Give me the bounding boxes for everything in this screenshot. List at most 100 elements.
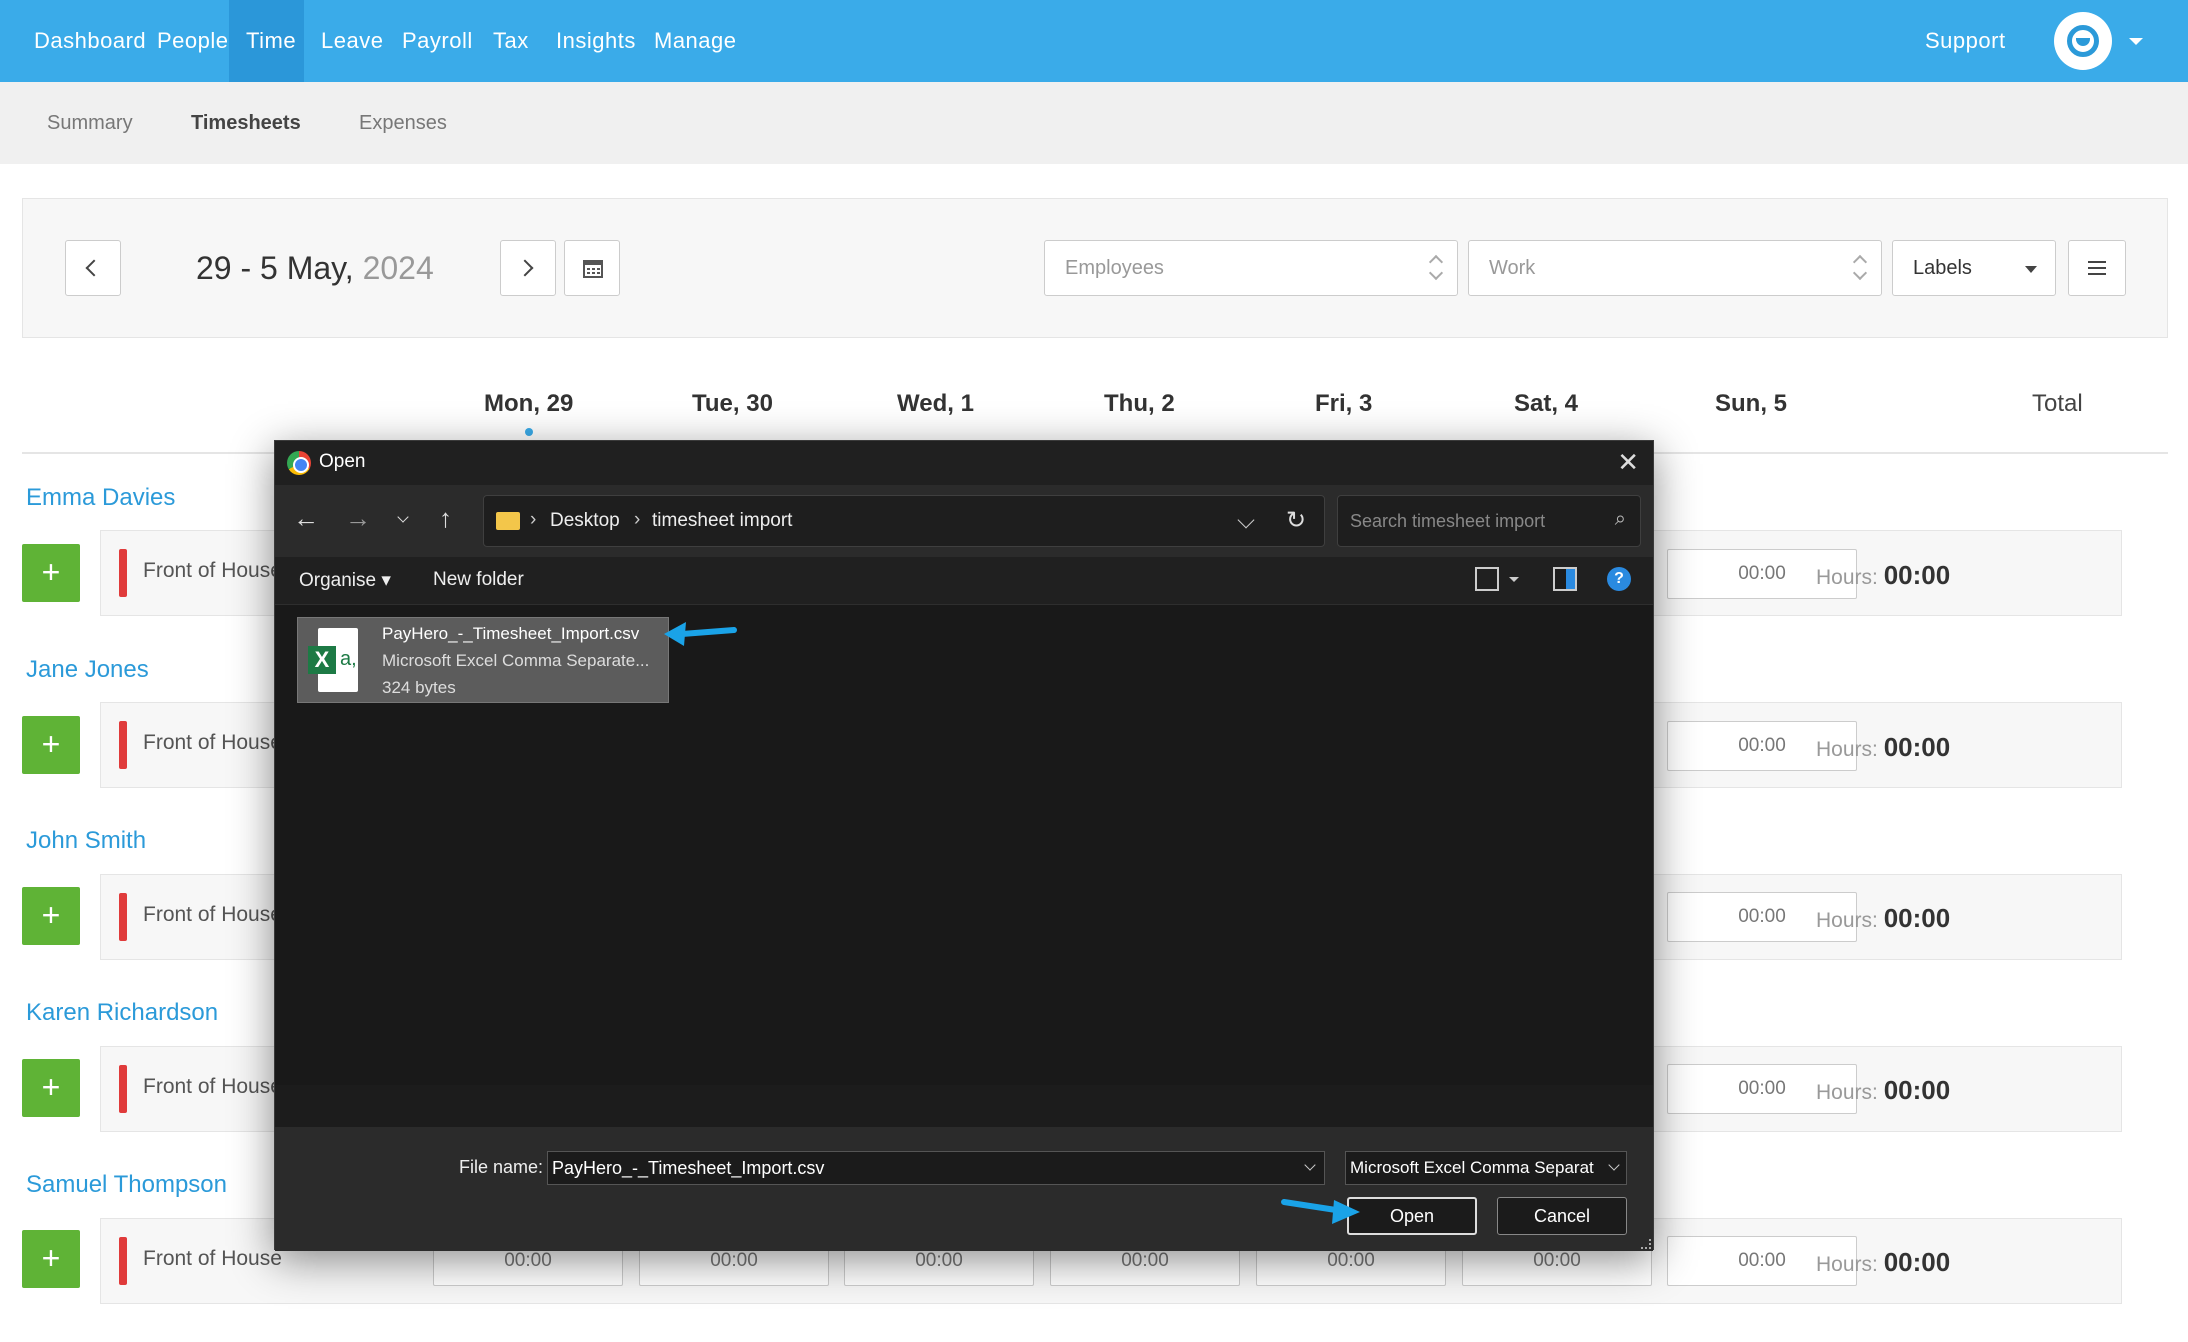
dialog-title: Open [319, 451, 366, 472]
role-label: Front of House [143, 903, 282, 926]
prev-week-button[interactable] [65, 240, 121, 296]
employee-name[interactable]: Emma Davies [26, 484, 175, 512]
nav-payroll[interactable]: Payroll [402, 0, 473, 82]
dialog-titlebar: Open ✕ [275, 441, 1653, 485]
hours-label: Hours: [1816, 738, 1878, 761]
chevron-left-icon [85, 259, 103, 277]
work-select[interactable]: Work [1468, 240, 1882, 296]
view-dropdown-icon[interactable] [1509, 577, 1519, 582]
nav-dashboard[interactable]: Dashboard [34, 0, 146, 82]
calendar-button[interactable] [564, 240, 620, 296]
hours-value: 00:00 [1883, 560, 1951, 590]
cancel-button[interactable]: Cancel [1497, 1197, 1627, 1235]
chevron-right-icon [516, 259, 534, 277]
subnav-summary[interactable]: Summary [47, 82, 133, 164]
add-entry-button[interactable]: + [22, 1230, 80, 1288]
hours-total: Hours: 00:00 [1816, 732, 1950, 763]
close-icon[interactable]: ✕ [1617, 447, 1639, 478]
address-bar[interactable]: › Desktop › timesheet import ↻ [483, 495, 1325, 547]
hours-label: Hours: [1816, 1081, 1878, 1104]
nav-manage[interactable]: Manage [654, 0, 737, 82]
hours-total: Hours: 00:00 [1816, 1247, 1950, 1278]
file-name-value: PayHero_-_Timesheet_Import.csv [552, 1158, 825, 1178]
day-fri: Fri, 3 [1315, 390, 1373, 417]
labels-dropdown[interactable]: Labels [1892, 240, 2056, 296]
hours-value: 00:00 [1883, 1075, 1951, 1105]
employee-name[interactable]: Karen Richardson [26, 999, 218, 1027]
open-button[interactable]: Open [1347, 1197, 1477, 1235]
menu-button[interactable] [2068, 240, 2126, 296]
address-dropdown-icon[interactable] [1237, 511, 1255, 529]
recent-locations-icon[interactable] [397, 511, 409, 523]
file-item[interactable]: X a, PayHero_-_Timesheet_Import.csv Micr… [297, 617, 669, 703]
date-range-text: 29 - 5 May, [196, 250, 354, 286]
role-label: Front of House [143, 1247, 282, 1270]
nav-tax[interactable]: Tax [493, 0, 529, 82]
avatar[interactable] [2054, 12, 2112, 70]
search-input[interactable]: Search timesheet import ⌕ [1337, 495, 1641, 547]
file-name-input[interactable]: PayHero_-_Timesheet_Import.csv [547, 1151, 1325, 1185]
breadcrumb-desktop[interactable]: Desktop [550, 510, 620, 532]
view-options-icon[interactable] [1475, 567, 1499, 591]
role-color-bar [119, 1237, 127, 1285]
hours-total: Hours: 00:00 [1816, 1075, 1950, 1106]
preview-pane-icon[interactable] [1553, 567, 1577, 591]
employee-name[interactable]: John Smith [26, 827, 146, 855]
nav-insights[interactable]: Insights [556, 0, 636, 82]
new-folder-button[interactable]: New folder [433, 569, 524, 591]
role-color-bar [119, 1065, 127, 1113]
organise-menu[interactable]: Organise ▾ [299, 569, 391, 592]
chevron-down-icon [1608, 1159, 1620, 1171]
up-arrow-icon[interactable]: ↑ [439, 503, 452, 534]
add-entry-button[interactable]: + [22, 887, 80, 945]
add-entry-button[interactable]: + [22, 544, 80, 602]
breadcrumb-timesheet-import[interactable]: timesheet import [652, 510, 792, 532]
role-color-bar [119, 549, 127, 597]
calendar-icon [583, 260, 603, 278]
next-week-button[interactable] [500, 240, 556, 296]
add-entry-button[interactable]: + [22, 716, 80, 774]
chrome-icon [287, 451, 311, 475]
day-sat: Sat, 4 [1514, 390, 1579, 417]
back-arrow-icon[interactable]: ← [293, 503, 319, 534]
annotation-arrow-file-icon [664, 622, 737, 646]
nav-support[interactable]: Support [1925, 0, 2006, 82]
annotation-arrow-open-icon [1281, 1199, 1360, 1224]
caret-down-icon [2025, 266, 2037, 273]
chevron-down-icon[interactable] [1304, 1159, 1316, 1171]
file-type-select[interactable]: Microsoft Excel Comma Separat [1345, 1151, 1627, 1185]
file-name-label: File name: [459, 1157, 544, 1177]
total-header: Total [2032, 390, 2083, 417]
hours-label: Hours: [1816, 909, 1878, 932]
resize-grip-icon[interactable] [1641, 1239, 1651, 1249]
subnav-timesheets[interactable]: Timesheets [191, 82, 301, 164]
work-placeholder: Work [1489, 257, 1536, 279]
subnav-expenses[interactable]: Expenses [359, 82, 447, 164]
nav-time[interactable]: Time [229, 0, 304, 82]
nav-people[interactable]: People [157, 0, 229, 82]
employee-name[interactable]: Jane Jones [26, 656, 149, 684]
help-icon[interactable]: ? [1607, 567, 1631, 591]
role-label: Front of House [143, 559, 282, 582]
hours-total: Hours: 00:00 [1816, 560, 1950, 591]
breadcrumb-separator: › [530, 509, 537, 530]
file-size: 324 bytes [382, 678, 456, 697]
employee-name[interactable]: Samuel Thompson [26, 1171, 227, 1199]
forward-arrow-icon[interactable]: → [345, 503, 371, 534]
chevron-down-icon[interactable] [2129, 38, 2143, 45]
day-thu: Thu, 2 [1104, 390, 1175, 417]
nav-leave[interactable]: Leave [321, 0, 383, 82]
refresh-icon[interactable]: ↻ [1286, 506, 1306, 535]
role-label: Front of House [143, 731, 282, 754]
file-type-value: Microsoft Excel Comma Separat [1350, 1158, 1594, 1177]
hamburger-icon [2088, 261, 2106, 275]
employees-select[interactable]: Employees [1044, 240, 1458, 296]
hours-value: 00:00 [1883, 1247, 1951, 1277]
add-entry-button[interactable]: + [22, 1059, 80, 1117]
search-icon: ⌕ [1614, 508, 1626, 530]
day-sun: Sun, 5 [1715, 390, 1788, 417]
file-open-dialog: Open ✕ ← → ↑ › Desktop › timesheet impor… [274, 440, 1654, 1251]
date-year: 2024 [362, 250, 434, 286]
sub-nav: Summary Timesheets Expenses [0, 82, 2188, 164]
day-tue: Tue, 30 [692, 390, 773, 417]
